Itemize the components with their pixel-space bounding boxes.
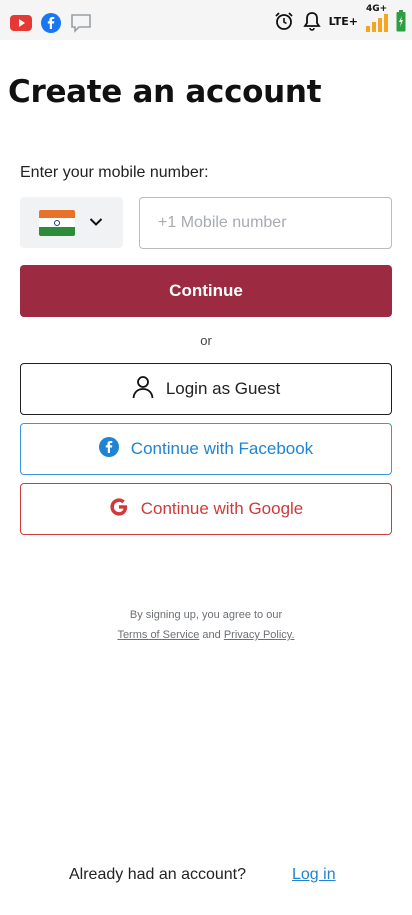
log-in-link[interactable]: Log in [292,866,336,884]
continue-button-label: Continue [169,281,243,300]
status-bar: LTE+ 4G+ [0,0,412,40]
youtube-icon [10,12,32,34]
login-prompt: Already had an account? Log in [0,866,412,890]
mobile-number-input[interactable] [139,197,392,249]
network-4g-label: 4G+ [366,4,388,14]
facebook-icon [40,12,62,34]
legal-and: and [202,629,221,641]
or-divider: or [200,333,212,348]
network-lte-label: LTE+ [328,14,358,28]
login-as-guest-button[interactable]: Login as Guest [20,363,392,415]
legal-notice: By signing up, you agree to our Terms of… [0,605,412,645]
india-flag-icon [39,209,75,236]
continue-with-google-button[interactable]: Continue with Google [20,483,392,535]
status-right-icons: LTE+ 4G+ [273,4,406,34]
facebook-icon [98,436,119,462]
bell-icon [301,10,323,32]
terms-of-service-link[interactable]: Terms of Service [117,629,199,641]
message-icon [70,12,92,34]
continue-with-google-label: Continue with Google [140,499,304,518]
continue-with-facebook-label: Continue with Facebook [130,439,314,458]
signal-icon: 4G+ [364,4,390,34]
user-icon [132,375,154,404]
battery-icon [396,10,406,32]
google-icon [109,497,129,522]
legal-intro: By signing up, you agree to our [129,609,283,621]
page-title: Create an account [8,74,322,110]
continue-with-facebook-button[interactable]: Continue with Facebook [20,423,392,475]
already-have-account-text: Already had an account? [69,866,247,883]
chevron-down-icon [89,214,103,232]
login-as-guest-label: Login as Guest [165,379,281,398]
alarm-icon [273,10,295,32]
status-left-icons [10,12,92,34]
country-code-selector[interactable] [20,197,123,248]
continue-button[interactable]: Continue [20,265,392,317]
privacy-policy-link[interactable]: Privacy Policy. [224,629,295,641]
mobile-number-label: Enter your mobile number: [20,164,209,181]
